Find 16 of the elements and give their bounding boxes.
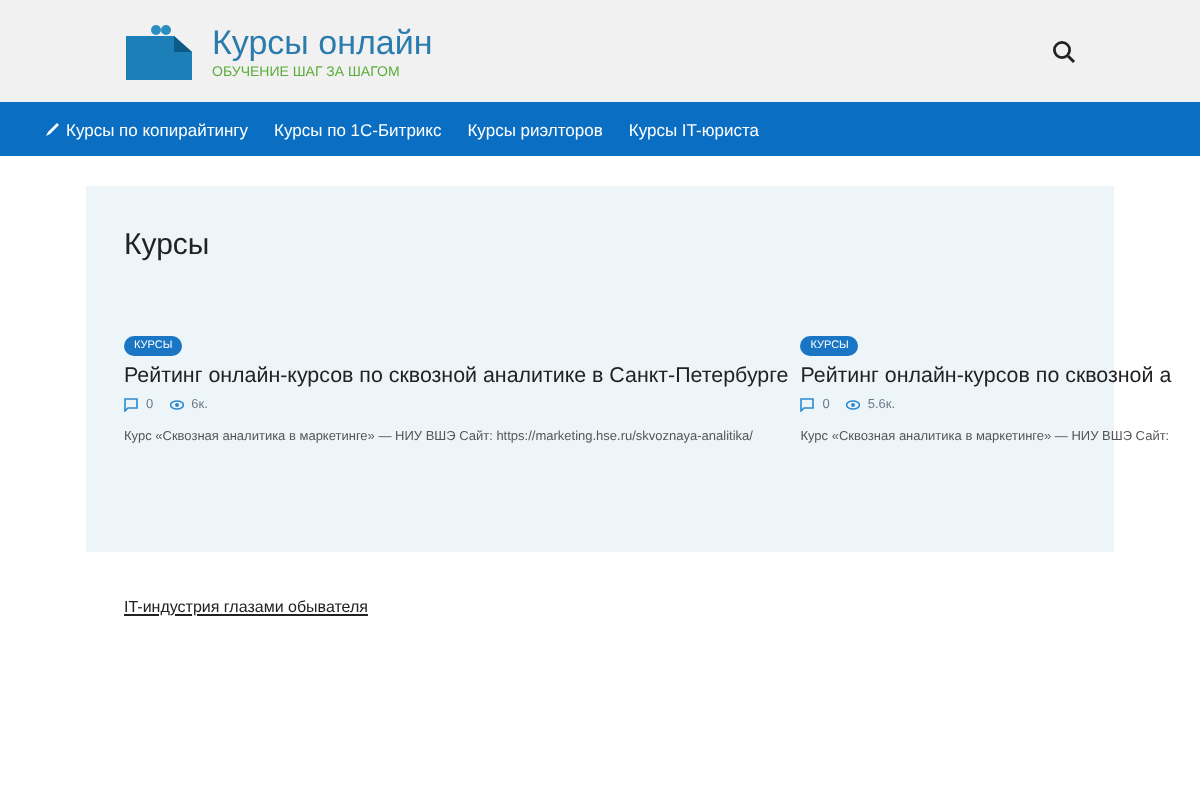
- eye-icon: [845, 398, 860, 412]
- nav-link[interactable]: Курсы по копирайтингу: [44, 119, 249, 139]
- box-logo-icon: [126, 23, 192, 79]
- section-title: Курсы: [124, 226, 212, 266]
- footer-link[interactable]: IT-индустрия глазами обывателя: [124, 598, 368, 616]
- comment-icon: [124, 398, 138, 412]
- nav-link[interactable]: Курсы по 1С-Битрикс: [274, 119, 442, 139]
- pen-icon: [44, 121, 60, 137]
- eye-icon: [169, 398, 184, 412]
- comment-icon: [800, 398, 815, 412]
- search-icon[interactable]: [1052, 39, 1076, 63]
- nav-link[interactable]: Курсы IT-юриста: [628, 119, 759, 139]
- post-title[interactable]: Рейтинг онлайн-курсов по сквозной а: [800, 364, 1172, 388]
- site-title[interactable]: Курсы онлайн: [212, 23, 433, 63]
- post-title[interactable]: Рейтинг онлайн-курсов по сквозной аналитике в Санкт-Петербурге: [124, 364, 789, 388]
- nav-link[interactable]: Курсы риэлторов: [467, 119, 603, 139]
